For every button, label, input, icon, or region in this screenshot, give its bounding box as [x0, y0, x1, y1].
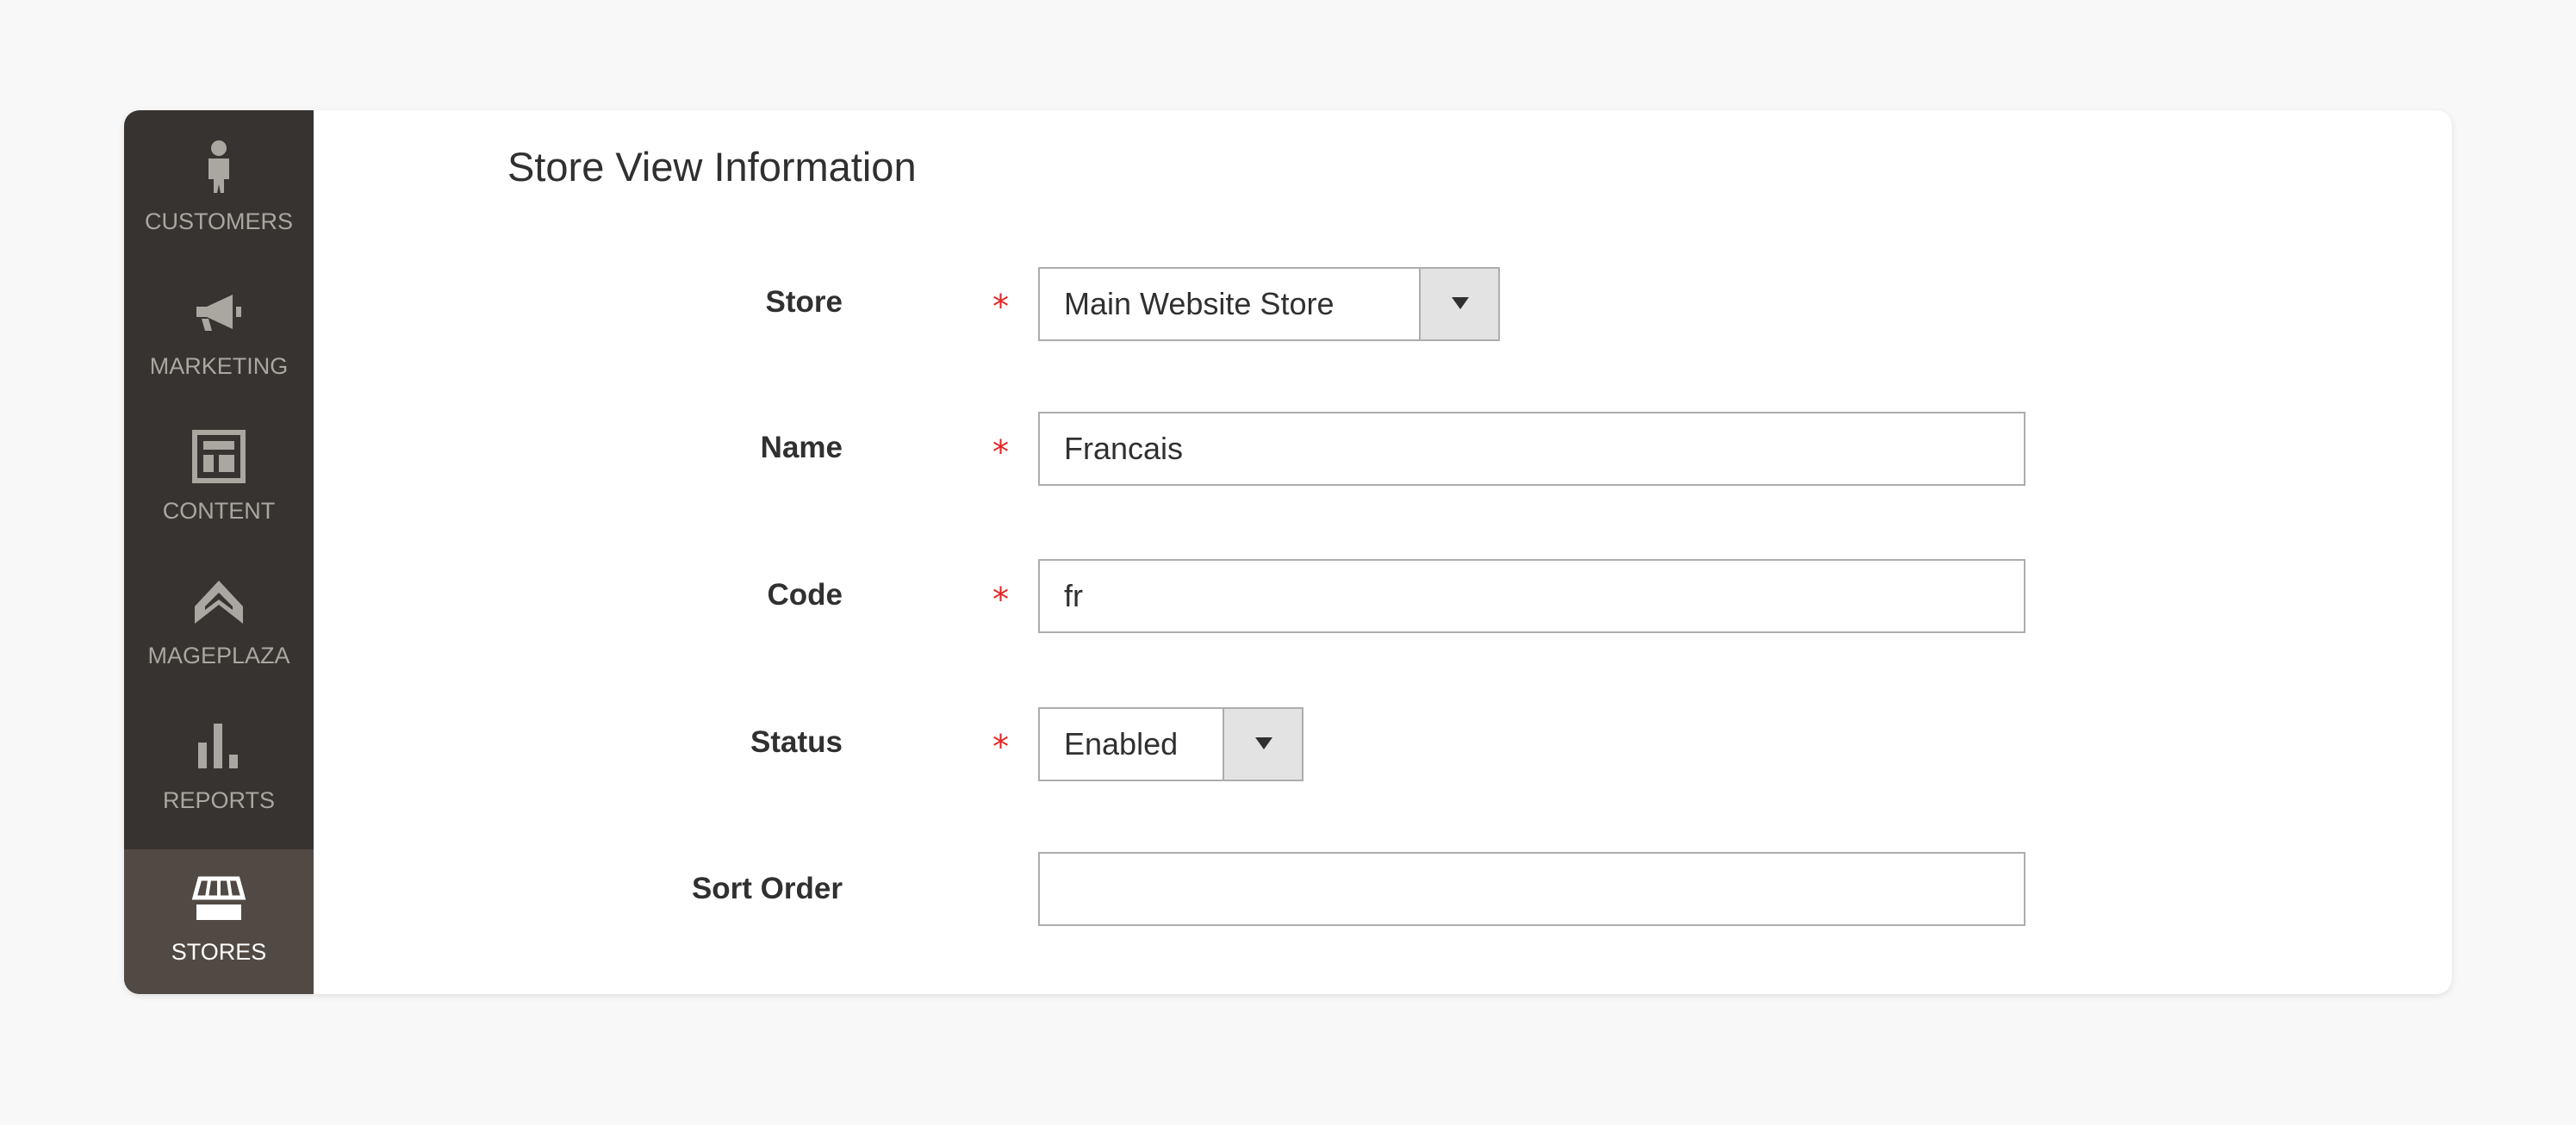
sort-order-label: Sort Order: [691, 872, 843, 905]
sidebar-item-label: MARKETING: [149, 353, 289, 379]
content-layout-icon: [124, 429, 314, 484]
megaphone-icon: [124, 284, 314, 339]
admin-sidebar: CUSTOMERS MARKETING CONTENT MAGEPLAZA RE…: [124, 110, 314, 994]
store-select-value: Main Website Store: [1064, 286, 1335, 321]
name-input[interactable]: [1038, 412, 2025, 486]
status-select[interactable]: Enabled: [1038, 707, 1304, 781]
sidebar-item-content[interactable]: CONTENT: [124, 400, 314, 544]
chevron-down-icon: [1255, 737, 1272, 749]
sidebar-item-reports[interactable]: REPORTS: [124, 689, 314, 834]
store-select[interactable]: Main Website Store: [1038, 267, 1500, 341]
sidebar-item-label: STORES: [171, 939, 267, 965]
store-view-card: CUSTOMERS MARKETING CONTENT MAGEPLAZA RE…: [124, 110, 2452, 994]
section-title: Store View Information: [507, 144, 917, 190]
mageplaza-logo-icon: [124, 574, 314, 629]
name-required-marker: *: [992, 433, 1009, 471]
sidebar-item-label: CONTENT: [162, 498, 276, 524]
chevron-down-icon: [1452, 297, 1469, 309]
name-label: Name: [760, 431, 843, 464]
store-select-toggle[interactable]: [1419, 269, 1498, 339]
store-required-marker: *: [992, 288, 1009, 326]
code-label: Code: [767, 578, 843, 612]
store-label: Store: [765, 285, 843, 319]
code-input[interactable]: [1038, 559, 2025, 633]
sidebar-item-stores[interactable]: STORES: [124, 849, 314, 994]
status-select-value: Enabled: [1064, 726, 1179, 761]
sidebar-item-label: CUSTOMERS: [144, 208, 294, 234]
sidebar-item-label: REPORTS: [162, 787, 276, 813]
store-view-information-section: Store View Information Store * Main Webs…: [314, 110, 2452, 994]
status-required-marker: *: [992, 728, 1009, 766]
storefront-icon: [124, 875, 314, 930]
status-select-toggle[interactable]: [1223, 709, 1302, 780]
customers-icon: [124, 140, 314, 195]
sidebar-item-label: MAGEPLAZA: [147, 643, 290, 668]
bar-chart-icon: [124, 718, 314, 774]
status-label: Status: [750, 725, 843, 759]
sidebar-item-customers[interactable]: CUSTOMERS: [124, 110, 314, 255]
sort-order-input[interactable]: [1038, 852, 2025, 926]
sidebar-item-mageplaza[interactable]: MAGEPLAZA: [124, 544, 314, 689]
sidebar-item-marketing[interactable]: MARKETING: [124, 255, 314, 400]
code-required-marker: *: [992, 581, 1009, 618]
